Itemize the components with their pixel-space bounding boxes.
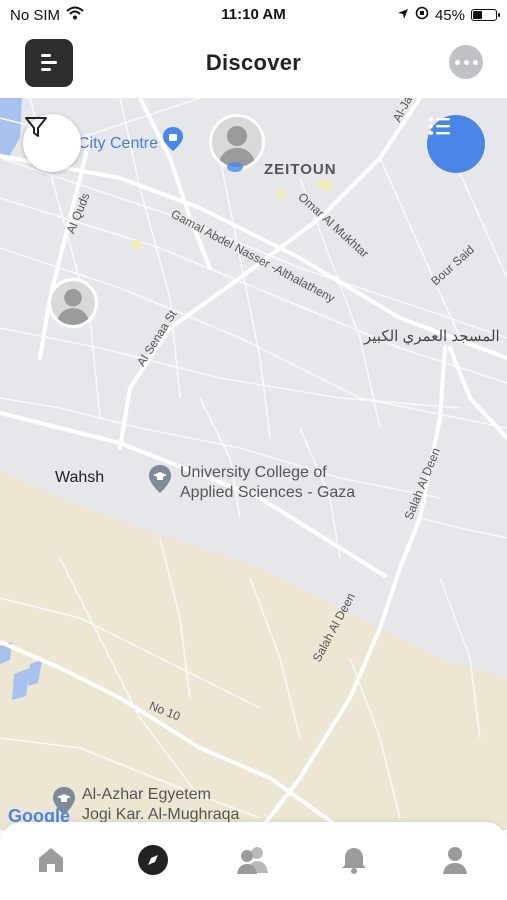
chat-button[interactable] <box>449 45 483 79</box>
app-header: Discover <box>0 30 507 98</box>
status-bar: No SIM 11:10 AM 45% <box>0 0 507 30</box>
location-arrow-icon <box>397 7 409 24</box>
orientation-lock-icon <box>415 6 429 24</box>
tab-notifications[interactable] <box>334 840 374 880</box>
page-title: Discover <box>205 50 302 75</box>
filter-button[interactable] <box>23 114 81 172</box>
tab-discover[interactable] <box>133 840 173 880</box>
map-label-al-azhar: Al-Azhar Egyetem <box>82 786 211 803</box>
map-label-zeitoun: ZEITOUN <box>264 161 337 178</box>
map-label-ucas-line2: Applied Sciences - Gaza <box>180 484 356 501</box>
home-icon <box>39 848 63 872</box>
bottom-tab-bar <box>0 822 507 900</box>
battery-icon <box>471 9 500 21</box>
battery-percent: 45% <box>434 6 465 24</box>
profile-icon <box>443 847 467 874</box>
tab-friends[interactable] <box>233 840 273 880</box>
friends-icon <box>237 847 268 874</box>
list-view-button[interactable] <box>427 115 485 173</box>
map-label-ucas-line1: University College of <box>180 464 327 481</box>
user-location-dot <box>227 162 243 172</box>
filter-icon <box>25 117 47 137</box>
bell-icon <box>342 848 366 874</box>
map-label-wahsh: Wahsh <box>55 469 105 486</box>
map-label-mosque: المسجد العمري الكبير <box>364 328 500 345</box>
compass-icon <box>138 845 168 875</box>
chat-bubble-icon <box>454 59 478 65</box>
list-icon <box>429 117 450 135</box>
person-silhouette-icon <box>218 126 256 167</box>
map-user-avatar-2[interactable] <box>48 278 98 328</box>
tab-profile[interactable] <box>435 840 475 880</box>
tab-home[interactable] <box>31 840 71 880</box>
map-label-city-centre: City Centre <box>78 135 159 152</box>
map-view[interactable]: City Centre ZEITOUN Al-Jala Omar Al Mukh… <box>0 98 507 830</box>
person-silhouette-icon <box>56 288 90 325</box>
